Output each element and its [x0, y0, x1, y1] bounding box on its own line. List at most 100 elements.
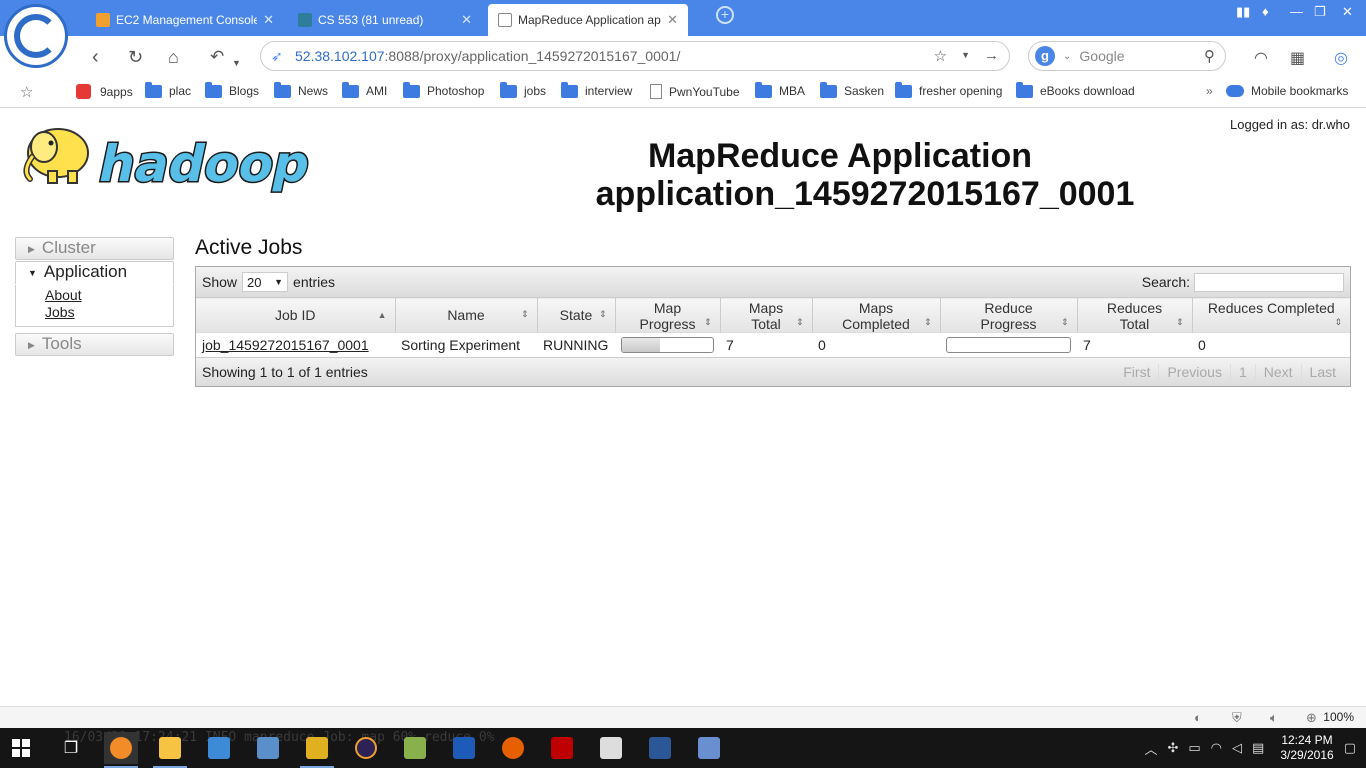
bookmark-mobile[interactable]: Mobile bookmarks — [1226, 84, 1348, 98]
taskbar-eclipse[interactable] — [349, 732, 383, 764]
volume-icon[interactable]: ◁ — [1232, 740, 1242, 756]
taskbar-uc-browser[interactable] — [104, 732, 138, 768]
clock[interactable]: 12:24 PM 3/29/2016 — [1280, 733, 1333, 763]
bookmark-ebooks-download[interactable]: eBooks download — [1016, 81, 1135, 98]
pager-next[interactable]: Next — [1254, 363, 1301, 380]
notifications-icon[interactable]: ▢ — [1344, 740, 1356, 756]
chevron-down-icon[interactable]: ⌄ — [1063, 51, 1071, 62]
col-maps-total[interactable]: Maps Total ⇕ — [719, 297, 812, 333]
hadoop-logo[interactable]: hadoop — [18, 117, 318, 193]
nav-link-about[interactable]: About — [45, 287, 173, 304]
shield-icon[interactable]: ⛨ — [1232, 710, 1242, 726]
pager-page-1[interactable]: 1 — [1229, 363, 1255, 380]
taskbar-notepad[interactable] — [398, 732, 432, 764]
bookmark-blogs[interactable]: Blogs — [205, 81, 259, 98]
col-reduces-total[interactable]: Reduces Total ⇕ — [1076, 297, 1192, 333]
close-tab-icon[interactable]: ✕ — [263, 12, 274, 28]
wifi-icon[interactable]: ◠ — [1211, 740, 1222, 756]
volume-icon[interactable]: 🔈︎ — [1270, 710, 1278, 726]
col-reduce-progress[interactable]: Reduce Progress ⇕ — [939, 297, 1077, 333]
col-maps-completed[interactable]: Maps Completed ⇕ — [811, 297, 940, 333]
close-tab-icon[interactable]: ✕ — [667, 12, 678, 28]
bookmark-plac[interactable]: plac — [145, 81, 191, 98]
bookmark-news[interactable]: News — [274, 81, 328, 98]
start-button[interactable] — [4, 732, 38, 764]
taskbar-word[interactable] — [643, 732, 677, 764]
new-tab-button[interactable]: + — [716, 6, 734, 24]
google-icon[interactable]: g — [1035, 46, 1055, 66]
reload-button[interactable]: ↻ — [128, 46, 143, 68]
taskbar-putty[interactable] — [251, 732, 285, 764]
task-view-button[interactable]: ❐ — [54, 732, 88, 764]
taskbar-firefox[interactable] — [496, 732, 530, 764]
skin-icon[interactable]: ▮▮ — [1236, 4, 1250, 20]
column-label: Reduces Completed — [1207, 300, 1335, 316]
url-text[interactable]: 52.38.102.107:8088/proxy/application_145… — [295, 48, 934, 64]
dropdown-icon[interactable]: ▼ — [961, 47, 970, 65]
col-state[interactable]: State ⇕ — [536, 297, 615, 333]
search-icon[interactable]: ⚲ — [1204, 47, 1215, 65]
col-job-id[interactable]: Job ID ▲ — [196, 297, 395, 333]
home-button[interactable]: ⌂ — [168, 46, 179, 68]
chevron-down-icon[interactable]: ▼ — [232, 52, 241, 74]
zoom-icon[interactable]: ⊕ — [1306, 710, 1317, 726]
night-mode-icon[interactable]: ◐ — [1194, 710, 1202, 725]
minimize-button[interactable]: — — [1290, 4, 1303, 19]
bookmark-mba[interactable]: MBA — [755, 81, 805, 98]
bookmark-jobs[interactable]: jobs — [500, 81, 546, 98]
nav-application[interactable]: ▼ Application — [15, 261, 174, 284]
battery-icon[interactable]: ▭ — [1188, 740, 1200, 756]
bookmark-interview[interactable]: interview — [561, 81, 632, 98]
go-arrow-icon[interactable]: → — [984, 47, 999, 65]
zoom-level[interactable]: 100% — [1323, 710, 1354, 724]
bookmark-fresher-opening[interactable]: fresher opening — [895, 81, 1002, 98]
pager-first[interactable]: First — [1115, 364, 1158, 380]
folder-icon — [159, 737, 181, 759]
table-search-input[interactable] — [1194, 272, 1344, 292]
bookmark-star-icon[interactable]: ☆ — [20, 83, 33, 101]
shirt-icon[interactable]: ♦ — [1262, 4, 1269, 19]
close-tab-icon[interactable]: ✕ — [461, 12, 472, 28]
wifi-icon[interactable]: ◠ — [1254, 48, 1268, 68]
col-name[interactable]: Name ⇕ — [394, 297, 537, 333]
taskbar-remote-desktop[interactable] — [202, 732, 236, 764]
address-bar[interactable]: ➶ 52.38.102.107:8088/proxy/application_1… — [260, 41, 1010, 71]
keyboard-icon[interactable]: ▤ — [1252, 740, 1264, 756]
entries-select[interactable]: 20 ▼ — [242, 272, 289, 292]
job-link[interactable]: job_1459272015167_0001 — [202, 337, 369, 353]
tab-piazza[interactable]: CS 553 (81 unread) ✕ — [288, 4, 482, 36]
tab-mapreduce[interactable]: MapReduce Application ap ✕ — [488, 4, 688, 36]
dropbox-icon[interactable]: ✣ — [1167, 740, 1178, 756]
bookmark-pwnyoutube[interactable]: PwnYouTube — [650, 84, 740, 99]
nav-link-jobs[interactable]: Jobs — [45, 304, 173, 321]
undo-close-button[interactable]: ↶ — [210, 46, 224, 68]
col-map-progress[interactable]: Map Progress ⇕ — [614, 297, 720, 333]
more-bookmarks-button[interactable]: » — [1206, 84, 1213, 98]
col-reduces-completed[interactable]: Reduces Completed ⇕ — [1191, 297, 1350, 333]
nav-cluster[interactable]: ▶ Cluster — [15, 237, 174, 260]
close-window-button[interactable]: ✕ — [1342, 4, 1353, 20]
taskbar-app2[interactable] — [692, 732, 726, 764]
taskbar-filezilla[interactable] — [545, 732, 579, 764]
chevron-up-icon[interactable]: ︿ — [1144, 739, 1157, 758]
bookmark-star-icon[interactable]: ☆ — [934, 47, 947, 65]
column-label: State — [559, 307, 593, 323]
tab-ec2[interactable]: EC2 Management Console ✕ — [86, 4, 284, 36]
taskbar-calculator[interactable] — [594, 732, 628, 764]
bookmark-ami[interactable]: AMI — [342, 81, 387, 98]
apps-grid-icon[interactable]: ▦ — [1290, 48, 1305, 68]
sync-icon[interactable]: ◎ — [1334, 48, 1348, 68]
bookmark-sasken[interactable]: Sasken — [820, 81, 884, 98]
taskbar-app[interactable] — [300, 732, 334, 768]
nav-tools[interactable]: ▶ Tools — [15, 333, 174, 356]
search-box[interactable]: g ⌄ Google ⚲ — [1028, 41, 1226, 71]
taskbar-pdf[interactable] — [447, 732, 481, 764]
pager-last[interactable]: Last — [1300, 363, 1344, 380]
back-button[interactable]: ‹ — [92, 46, 99, 68]
bookmark-photoshop[interactable]: Photoshop — [403, 81, 484, 98]
bookmark-9apps[interactable]: 9apps — [76, 84, 133, 99]
taskbar-file-explorer[interactable] — [153, 732, 187, 768]
pager-previous[interactable]: Previous — [1158, 363, 1229, 380]
restore-button[interactable]: ❐ — [1314, 4, 1326, 20]
browser-logo-icon[interactable] — [4, 4, 68, 68]
